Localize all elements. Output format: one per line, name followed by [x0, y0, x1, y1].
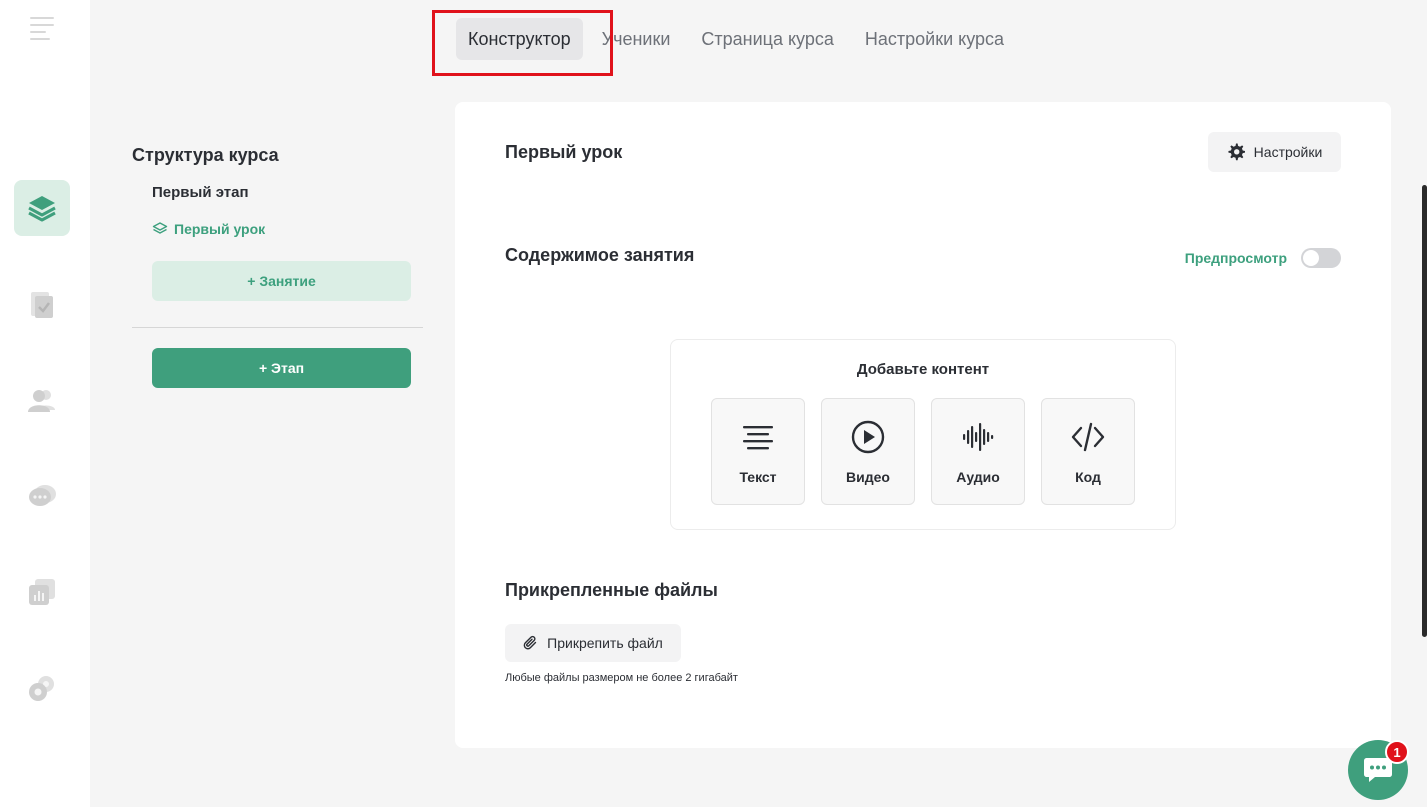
layers-icon [28, 196, 56, 222]
add-audio-button[interactable]: Аудио [931, 398, 1025, 505]
add-video-label: Видео [846, 469, 890, 485]
tab-course-settings[interactable]: Настройки курса [853, 18, 1016, 60]
add-code-button[interactable]: Код [1041, 398, 1135, 505]
lesson-card: Первый урок Настройки Содержимое занятия… [455, 102, 1391, 748]
add-content-title: Добавьте контент [856, 361, 990, 378]
layers-icon [152, 222, 168, 234]
code-icon [1071, 422, 1105, 452]
preview-label: Предпросмотр [1184, 250, 1287, 266]
chat-notification-badge: 1 [1385, 740, 1409, 764]
audio-wave-icon [963, 423, 994, 451]
users-icon [28, 390, 55, 412]
menu-icon[interactable] [30, 17, 54, 40]
tab-students[interactable]: Ученики [590, 18, 683, 60]
content-title: Содержимое занятия [505, 245, 695, 265]
page-scrollbar[interactable] [1422, 185, 1427, 637]
tab-course-page[interactable]: Страница курса [689, 18, 845, 60]
files-title: Прикрепленные файлы [505, 580, 718, 600]
top-tabs: Конструктор Ученики Страница курса Настр… [456, 18, 1023, 60]
preview-control: Предпросмотр [1185, 248, 1341, 268]
structure-title: Структура курса [132, 145, 279, 165]
gear-icon [1228, 143, 1245, 161]
sidebar-item-assignments[interactable] [14, 276, 70, 332]
add-text-label: Текст [739, 469, 777, 485]
text-lines-icon [743, 426, 773, 450]
settings-label: Настройки [1253, 144, 1323, 160]
lesson-link[interactable]: Первый урок [152, 221, 424, 237]
add-audio-label: Аудио [956, 469, 1000, 485]
add-video-button[interactable]: Видео [821, 398, 915, 505]
gears-icon [29, 676, 54, 701]
stage-name[interactable]: Первый этап [152, 184, 424, 201]
sidebar-item-settings[interactable] [14, 660, 70, 716]
lesson-title: Первый урок [505, 142, 623, 162]
paperclip-icon [523, 635, 537, 650]
preview-toggle[interactable] [1301, 248, 1341, 268]
files-note: Любые файлы размером не более 2 гигабайт [505, 672, 738, 684]
course-structure: Структура курса Первый этап Первый урок … [132, 140, 424, 388]
lesson-link-label: Первый урок [174, 221, 266, 237]
add-code-label: Код [1075, 469, 1101, 485]
tab-constructor[interactable]: Конструктор [456, 18, 583, 60]
add-text-button[interactable]: Текст [711, 398, 805, 505]
add-stage-button[interactable]: + Этап [152, 348, 411, 388]
sidebar-item-messages[interactable] [14, 468, 70, 524]
sidebar-item-analytics[interactable] [14, 564, 70, 620]
sidebar-item-users[interactable] [14, 372, 70, 428]
attach-file-label: Прикрепить файл [547, 635, 663, 651]
add-content-panel: Добавьте контент Текст Видео Аудио Код [670, 339, 1176, 530]
analytics-icon [29, 579, 55, 605]
attach-file-button[interactable]: Прикрепить файл [505, 624, 681, 662]
add-lesson-button[interactable]: + Занятие [152, 261, 411, 301]
document-check-icon [31, 292, 53, 318]
toggle-knob [1303, 250, 1319, 266]
chat-bubbles-icon [29, 485, 56, 506]
play-circle-icon [851, 420, 885, 454]
divider [132, 327, 423, 328]
lesson-settings-button[interactable]: Настройки [1208, 132, 1341, 172]
sidebar-item-courses[interactable] [14, 180, 70, 236]
left-rail [0, 0, 90, 807]
